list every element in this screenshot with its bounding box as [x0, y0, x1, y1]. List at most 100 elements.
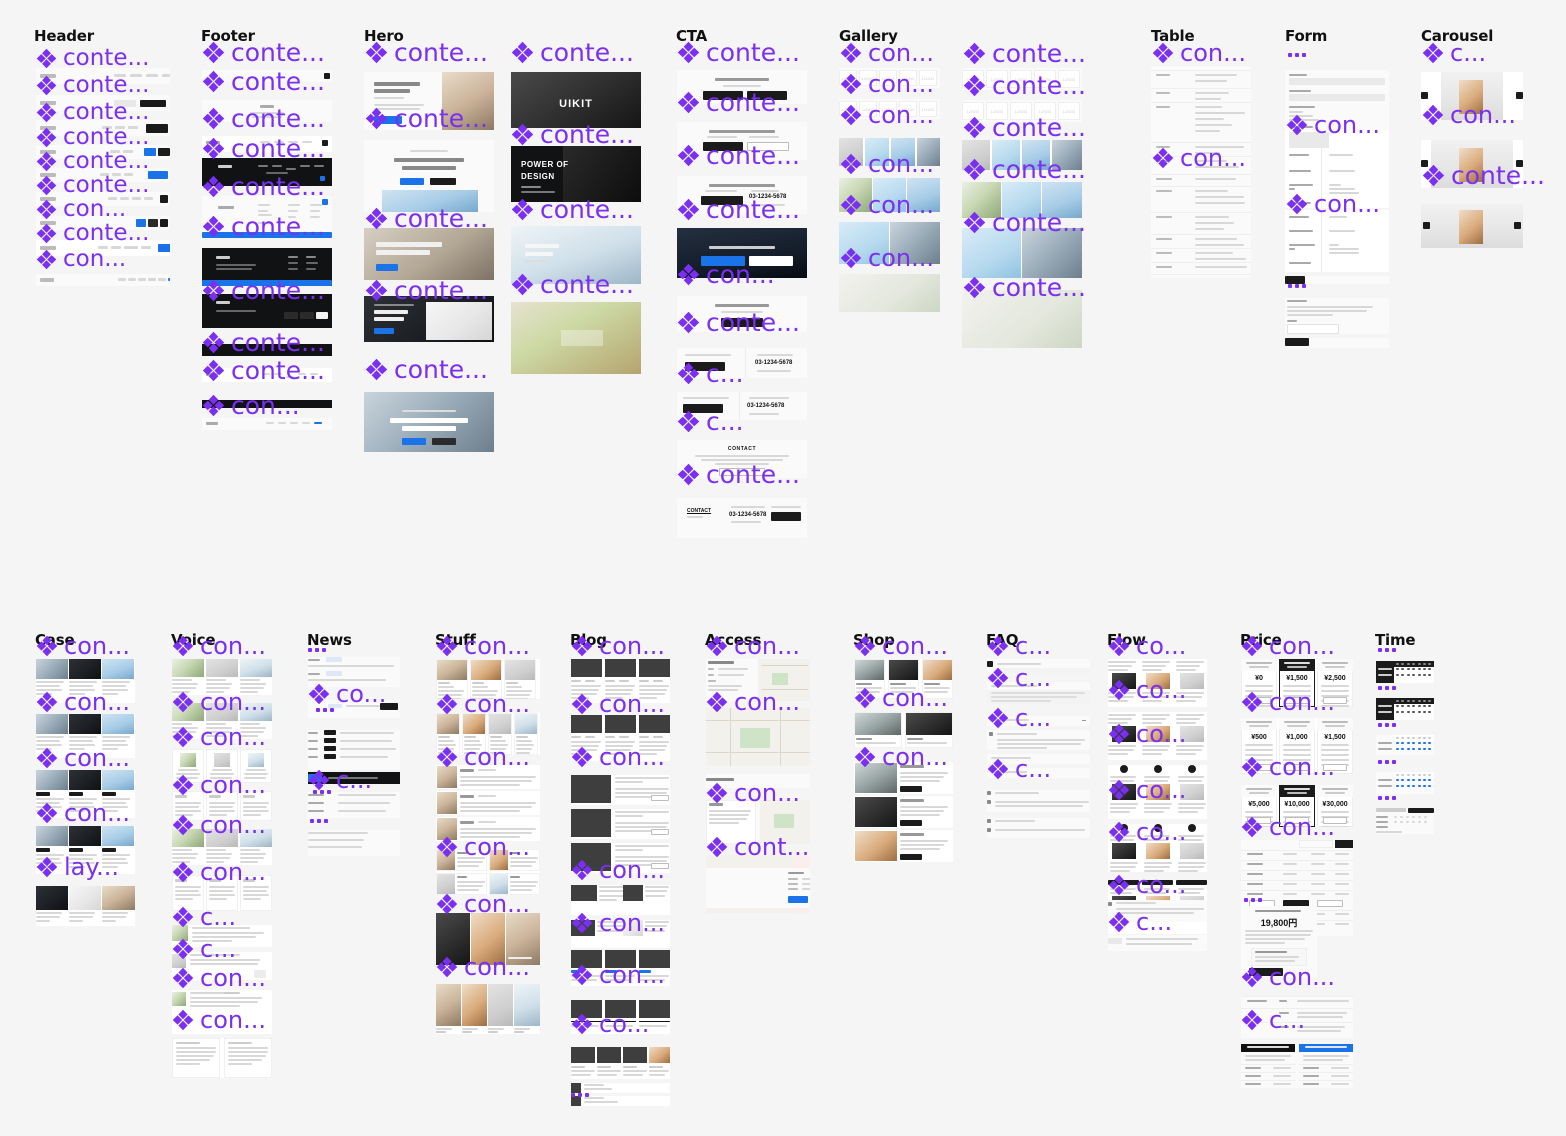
component-instance-label[interactable]: conte... — [677, 90, 800, 115]
figma-canvas[interactable]: Header Footer Hero CTA Gallery Table For… — [0, 0, 1566, 1136]
component-instance-label[interactable]: c... — [1108, 910, 1172, 934]
component-instance-label[interactable]: con... — [172, 773, 266, 797]
component-instance-label[interactable]: conte... — [202, 40, 325, 65]
component-instance-label[interactable]: c... — [987, 757, 1051, 781]
component-instance-label[interactable]: lay... — [36, 855, 119, 879]
component-instance-label[interactable]: conte... — [677, 40, 800, 65]
component-instance-label[interactable]: con... — [202, 393, 300, 418]
component-instance-label[interactable]: con... — [1241, 965, 1335, 989]
button-shape[interactable] — [316, 312, 328, 319]
button-shape[interactable] — [1516, 92, 1523, 99]
label-ellipsis-marker[interactable] — [1378, 723, 1396, 727]
component-instance-label[interactable]: con... — [172, 966, 266, 990]
button-shape[interactable] — [36, 848, 50, 852]
component-instance-label[interactable]: con... — [571, 745, 665, 769]
blog-mini-1[interactable] — [571, 1083, 670, 1093]
label-ellipsis-marker[interactable] — [1288, 284, 1306, 288]
component-instance-label[interactable]: conte... — [963, 210, 1086, 235]
button-shape[interactable] — [900, 820, 922, 826]
component-instance-label[interactable]: c... — [172, 905, 236, 929]
component-instance-label[interactable]: con... — [172, 860, 266, 884]
component-instance-label[interactable]: conte... — [202, 330, 325, 355]
component-instance-label[interactable]: conte... — [677, 143, 800, 168]
component-instance-label[interactable]: con... — [854, 745, 948, 769]
component-instance-label[interactable]: co... — [1108, 820, 1186, 844]
button-shape[interactable] — [158, 148, 170, 156]
component-instance-label[interactable]: c... — [987, 666, 1051, 690]
component-instance-label[interactable]: con... — [854, 634, 948, 658]
label-ellipsis-marker[interactable] — [1378, 686, 1396, 690]
shop-row-2[interactable] — [854, 796, 953, 828]
component-instance-label[interactable]: con... — [172, 690, 266, 714]
button-shape[interactable] — [324, 754, 336, 759]
button-shape[interactable] — [788, 896, 808, 903]
component-instance-label[interactable]: con... — [436, 634, 530, 658]
component-instance-label[interactable]: conte... — [1422, 163, 1545, 188]
time-table[interactable] — [1376, 772, 1434, 794]
form-variant-4[interactable] — [1285, 298, 1389, 334]
button-shape[interactable] — [1421, 92, 1428, 99]
component-instance-label[interactable]: conte... — [202, 214, 325, 239]
component-instance-label[interactable]: con... — [840, 103, 934, 127]
label-ellipsis-marker[interactable] — [1378, 648, 1396, 652]
component-instance-label[interactable]: conte... — [202, 174, 325, 199]
component-instance-label[interactable]: con... — [172, 813, 266, 837]
component-instance-label[interactable]: conte... — [963, 73, 1086, 98]
component-instance-label[interactable]: conte... — [511, 197, 634, 222]
case-card-grid-photos[interactable] — [36, 886, 135, 926]
component-instance-label[interactable]: conte... — [36, 126, 149, 149]
component-instance-label[interactable]: conte... — [677, 197, 800, 222]
component-instance-label[interactable]: con... — [571, 692, 665, 716]
button-shape[interactable] — [1408, 808, 1434, 813]
component-instance-label[interactable]: conte... — [963, 41, 1086, 66]
component-instance-label[interactable]: c... — [172, 937, 236, 961]
button-shape[interactable] — [160, 219, 168, 227]
header-variant-9[interactable] — [36, 274, 170, 286]
component-instance-label[interactable]: con... — [706, 690, 800, 714]
component-instance-label[interactable]: con... — [436, 892, 530, 916]
button-shape[interactable] — [1423, 222, 1430, 229]
component-instance-label[interactable]: co... — [1108, 778, 1186, 802]
flow-note-2[interactable] — [1108, 935, 1207, 951]
component-instance-label[interactable]: conte... — [202, 106, 325, 131]
component-instance-label[interactable]: conte... — [511, 122, 634, 147]
hero-b-4[interactable] — [511, 302, 641, 374]
component-instance-label[interactable]: con... — [840, 41, 934, 65]
button-shape[interactable] — [987, 791, 991, 795]
cta-variant-9[interactable]: CONTACT 03-1234-5678 — [677, 498, 807, 538]
button-shape[interactable] — [900, 786, 922, 792]
button-shape[interactable] — [324, 730, 336, 735]
component-instance-label[interactable]: con... — [436, 745, 530, 769]
component-instance-label[interactable]: conte... — [963, 157, 1086, 182]
component-instance-label[interactable]: con... — [706, 781, 800, 805]
button-shape[interactable] — [1514, 222, 1521, 229]
access-map-2[interactable] — [706, 708, 810, 766]
button-shape[interactable] — [987, 819, 991, 823]
component-instance-label[interactable]: con... — [571, 911, 665, 935]
component-instance-label[interactable]: conte... — [677, 462, 800, 487]
component-instance-label[interactable]: conte... — [365, 206, 488, 231]
blog-more-button[interactable] — [651, 829, 669, 835]
button-shape[interactable] — [158, 244, 170, 252]
button-shape[interactable] — [771, 512, 801, 521]
label-ellipsis-marker[interactable] — [571, 1093, 589, 1097]
button-shape[interactable] — [989, 732, 993, 736]
button-shape[interactable] — [300, 312, 314, 319]
label-ellipsis-marker[interactable] — [316, 708, 334, 712]
component-instance-label[interactable]: conte... — [202, 69, 325, 94]
button-shape[interactable] — [987, 800, 991, 804]
faq-item-4[interactable] — [987, 730, 1090, 750]
button-shape[interactable] — [102, 848, 116, 852]
button-shape[interactable] — [376, 264, 398, 271]
button-shape[interactable] — [284, 312, 298, 319]
component-instance-label[interactable]: con... — [571, 858, 665, 882]
button-shape[interactable] — [324, 738, 336, 743]
news-list-4[interactable] — [308, 792, 400, 818]
component-instance-label[interactable]: conte... — [511, 272, 634, 297]
component-instance-label[interactable]: conte... — [36, 47, 149, 70]
component-instance-label[interactable]: co... — [1108, 873, 1186, 897]
hero-b-2[interactable]: POWER OF DESIGN — [511, 146, 641, 202]
hero-variant-2[interactable] — [364, 140, 494, 212]
faq-item-7[interactable] — [987, 790, 1090, 812]
table-variant-2[interactable] — [1151, 170, 1251, 278]
